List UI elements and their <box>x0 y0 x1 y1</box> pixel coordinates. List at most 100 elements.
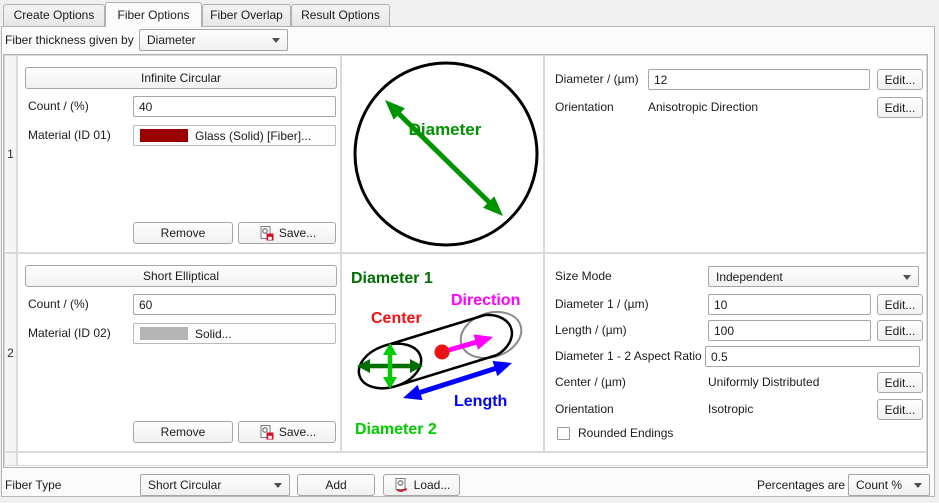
fiber-1-remove-button[interactable]: Remove <box>133 222 233 244</box>
fiber-2-remove-button[interactable]: Remove <box>133 421 233 443</box>
fiber-2-length-edit-button[interactable]: Edit... <box>877 320 923 341</box>
diameter2-diagram-label: Diameter 2 <box>355 421 437 438</box>
material-name: Solid... <box>195 326 232 341</box>
fiber-options-window: { "tabs": { "items": [ { "label": "Creat… <box>0 0 939 503</box>
orientation-value: Isotropic <box>708 402 754 416</box>
fiber-2-diameter1-input[interactable]: 10 <box>708 294 871 315</box>
edit-label: Edit... <box>884 402 916 417</box>
fiber-2-length-input[interactable]: 100 <box>708 320 871 341</box>
shape-label: Infinite Circular <box>140 71 222 85</box>
load-fiber-button[interactable]: Load... <box>383 474 460 496</box>
chevron-down-icon <box>914 483 922 488</box>
length-diagram-label: Length <box>454 393 507 410</box>
diameter1-diagram-label: Diameter 1 <box>351 270 433 287</box>
length-label: Length / (µm) <box>555 323 627 337</box>
tab-label: Result Options <box>301 8 380 22</box>
diameter1-value: 10 <box>714 297 728 312</box>
elliptical-fiber-diagram: Diameter 1 Direction Center Length Diame… <box>351 270 523 438</box>
length-arrow <box>414 364 501 397</box>
fiber-2-count-input[interactable]: 60 <box>133 294 336 315</box>
fiber-1-diameter-input[interactable]: 12 <box>648 69 870 90</box>
row-header-empty <box>4 452 17 466</box>
center-dot <box>434 344 450 360</box>
size-mode-label: Size Mode <box>555 269 612 283</box>
edit-label: Edit... <box>884 100 916 115</box>
size-mode-value: Independent <box>716 269 783 284</box>
row-number: 2 <box>7 345 14 360</box>
orientation-label: Orientation <box>555 100 614 114</box>
fiber-type-label: Fiber Type <box>5 478 62 492</box>
row-header-2[interactable]: 2 <box>4 253 17 452</box>
fiber-type-combo[interactable]: Short Circular <box>140 474 290 496</box>
load-preset-icon <box>395 478 407 492</box>
fiber-2-shape-button[interactable]: Short Elliptical <box>25 265 337 287</box>
add-label: Add <box>325 478 347 492</box>
fiber-thickness-label: Fiber thickness given by <box>5 33 134 47</box>
percentages-value: Count % <box>856 478 903 492</box>
tab-result-options[interactable]: Result Options <box>291 4 390 27</box>
rounded-endings-label: Rounded Endings <box>578 426 674 440</box>
save-preset-icon <box>260 226 274 241</box>
fiber-2-save-button[interactable]: Save... <box>238 421 336 443</box>
diameter-value: 12 <box>654 72 668 87</box>
fiber-2-orientation-edit-button[interactable]: Edit... <box>877 399 923 420</box>
count-value: 40 <box>139 99 153 114</box>
chevron-down-icon <box>903 274 911 280</box>
edit-label: Edit... <box>884 323 916 338</box>
direction-diagram-label: Direction <box>451 292 520 309</box>
diameter-diagram-label: Diameter <box>409 120 482 139</box>
material-label: Material (ID 01) <box>28 128 111 142</box>
fiber-1-count-input[interactable]: 40 <box>133 96 336 117</box>
edit-label: Edit... <box>884 375 916 390</box>
fiber-1-shape-button[interactable]: Infinite Circular <box>25 67 337 89</box>
orientation-label: Orientation <box>555 402 614 416</box>
count-label: Count / (%) <box>28 297 89 311</box>
fiber-2-material-button[interactable]: Solid... <box>133 323 336 344</box>
circular-fiber-diagram: Diameter <box>353 61 539 247</box>
edit-label: Edit... <box>884 72 916 87</box>
tab-fiber-overlap[interactable]: Fiber Overlap <box>202 4 291 27</box>
percentages-combo[interactable]: Count % <box>848 474 930 496</box>
diameter1-label: Diameter 1 / (µm) <box>555 297 649 311</box>
rounded-endings-checkbox[interactable] <box>557 427 570 440</box>
add-fiber-button[interactable]: Add <box>297 474 375 496</box>
fiber-1-material-button[interactable]: Glass (Solid) [Fiber]... <box>133 125 336 146</box>
orientation-value: Anisotropic Direction <box>648 100 759 114</box>
tab-create-options[interactable]: Create Options <box>3 4 105 27</box>
count-value: 60 <box>139 297 153 312</box>
arrowhead <box>403 384 423 401</box>
count-label: Count / (%) <box>28 99 89 113</box>
fiber-1-diameter-edit-button[interactable]: Edit... <box>877 69 923 90</box>
center-value: Uniformly Distributed <box>708 375 820 389</box>
tab-label: Fiber Options <box>117 8 190 22</box>
fiber-thickness-combo[interactable]: Diameter <box>139 29 288 51</box>
fiber-2-diameter1-edit-button[interactable]: Edit... <box>877 294 923 315</box>
empty-row <box>17 452 927 466</box>
fiber-type-value: Short Circular <box>148 478 222 492</box>
center-diagram-label: Center <box>371 310 422 327</box>
row-header-1[interactable]: 1 <box>4 55 17 253</box>
edit-label: Edit... <box>884 297 916 312</box>
material-name: Glass (Solid) [Fiber]... <box>195 128 312 143</box>
arrowhead <box>492 360 512 377</box>
fiber-2-center-edit-button[interactable]: Edit... <box>877 372 923 393</box>
chevron-down-icon <box>272 38 280 43</box>
material-label: Material (ID 02) <box>28 326 111 340</box>
fiber-2-size-mode-combo[interactable]: Independent <box>708 266 919 287</box>
tab-label: Fiber Overlap <box>210 8 283 22</box>
aspect-ratio-value: 0.5 <box>711 349 728 364</box>
material-color-swatch <box>140 129 188 142</box>
shape-label: Short Elliptical <box>142 269 220 283</box>
tab-label: Create Options <box>13 8 95 22</box>
row-number: 1 <box>7 147 14 161</box>
tab-fiber-options[interactable]: Fiber Options <box>105 2 202 27</box>
circle-shape <box>353 61 539 247</box>
remove-label: Remove <box>160 425 206 439</box>
save-preset-icon <box>260 425 274 440</box>
fiber-1-orientation-edit-button[interactable]: Edit... <box>877 97 923 118</box>
fiber-2-aspect-ratio-input[interactable]: 0.5 <box>705 346 920 367</box>
fiber-1-save-button[interactable]: Save... <box>238 222 336 244</box>
save-label: Save... <box>278 226 317 240</box>
percentages-are-label: Percentages are <box>757 478 846 492</box>
center-label: Center / (µm) <box>555 375 626 389</box>
